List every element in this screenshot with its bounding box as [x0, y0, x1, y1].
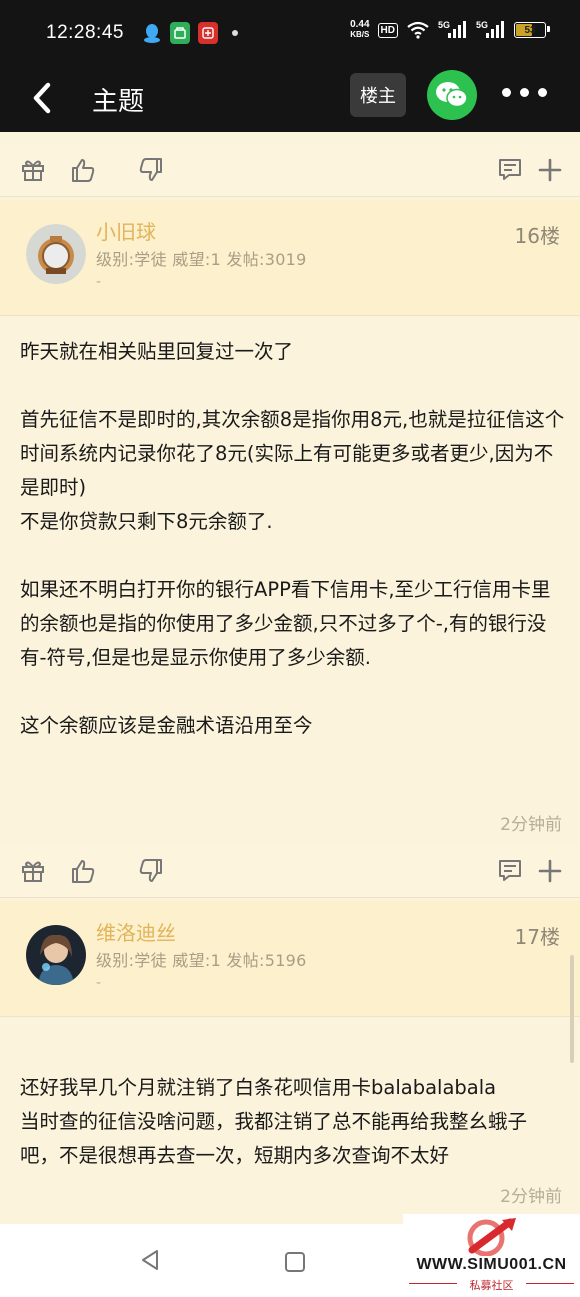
- net-speed-value: 0.44: [350, 19, 370, 30]
- avatar[interactable]: [26, 925, 86, 985]
- post-paragraph: 昨天就在相关贴里回复过一次了: [20, 340, 294, 363]
- op-only-button[interactable]: 楼主: [350, 73, 406, 117]
- post-time: 2分钟前: [500, 815, 562, 835]
- comment-icon[interactable]: [497, 858, 523, 884]
- watermark-sub: 私募社区: [469, 1279, 514, 1292]
- post-paragraph: 如果还不明白打开你的银行APP看下信用卡,至少工行信用卡里的余额也是指的你使用了…: [20, 578, 551, 669]
- thumbs-up-icon[interactable]: [70, 157, 96, 183]
- user-stats: 级别:学徒 威望:1 发帖:3019: [96, 250, 307, 269]
- username[interactable]: 维洛迪丝: [96, 917, 176, 946]
- comment-icon[interactable]: [497, 157, 523, 183]
- post-paragraph: 这个余额应该是金融术语沿用至今: [20, 714, 313, 737]
- wechat-share-button[interactable]: [427, 70, 477, 120]
- plus-icon[interactable]: [537, 858, 563, 884]
- watermark: WWW.SIMU001.CN 私募社区: [403, 1214, 580, 1297]
- gift-icon[interactable]: [20, 858, 46, 884]
- qq-icon: [142, 22, 162, 44]
- floor-number: 17楼: [514, 925, 560, 949]
- username[interactable]: 小旧球: [96, 216, 156, 245]
- user-signature: -: [96, 274, 102, 290]
- thumbs-down-icon[interactable]: [138, 858, 164, 884]
- avatar[interactable]: [26, 224, 86, 284]
- post-content: 还好我早几个月就注销了白条花呗信用卡balabalabala 当时查的征信没啥问…: [20, 1037, 565, 1207]
- back-arrow-icon[interactable]: [28, 80, 58, 116]
- post-action-bar: [0, 845, 580, 898]
- watermark-logo-icon: [467, 1218, 516, 1256]
- clock: 12:28:45: [46, 22, 124, 43]
- post-time: 2分钟前: [500, 1187, 562, 1207]
- top-nav-bar: 主题 楼主: [0, 66, 580, 132]
- battery-icon: 53: [514, 22, 550, 38]
- wifi-icon: [407, 21, 429, 39]
- post-paragraph: 首先征信不是即时的,其次余额8是指你用8元,也就是拉征信这个时间系统内记录你花了…: [20, 408, 565, 533]
- post-paragraph: 还好我早几个月就注销了白条花呗信用卡balabalabala 当时查的征信没啥问…: [20, 1076, 528, 1167]
- nav-home-icon[interactable]: [285, 1252, 305, 1272]
- notification-dot: [232, 30, 238, 36]
- wechat-icon: [436, 82, 468, 108]
- net-speed: 0.44 KB/S: [350, 20, 369, 40]
- page-title: 主题: [92, 87, 145, 117]
- post-header: 维洛迪丝 级别:学徒 威望:1 发帖:5196 - 17楼: [0, 901, 580, 1017]
- net-speed-unit: KB/S: [350, 30, 370, 39]
- plus-icon[interactable]: [537, 157, 563, 183]
- post-content: 昨天就在相关贴里回复过一次了 首先征信不是即时的,其次余额8是指你用8元,也就是…: [20, 335, 565, 743]
- watermark-site: WWW.SIMU001.CN: [416, 1256, 567, 1273]
- nav-back-icon[interactable]: [140, 1249, 160, 1271]
- status-bar: 12:28:45 0.44 KB/S HD 5G 5G 53: [0, 0, 580, 66]
- wallet-icon: [170, 22, 190, 44]
- signal-icon-sim1: 5G: [438, 20, 468, 40]
- signal-icon-sim2: 5G: [476, 20, 506, 40]
- scrollbar[interactable]: [570, 955, 574, 1063]
- floor-number: 16楼: [514, 224, 560, 248]
- user-signature: -: [96, 975, 102, 991]
- gift-icon[interactable]: [20, 157, 46, 183]
- thumbs-up-icon[interactable]: [70, 858, 96, 884]
- battery-level: 53: [524, 24, 536, 36]
- user-stats: 级别:学徒 威望:1 发帖:5196: [96, 951, 307, 970]
- post-header: 小旧球 级别:学徒 威望:1 发帖:3019 - 16楼: [0, 200, 580, 316]
- hd-badge: HD: [377, 22, 398, 38]
- taobao-icon: [198, 22, 218, 44]
- thumbs-down-icon[interactable]: [138, 157, 164, 183]
- more-button[interactable]: [502, 88, 547, 97]
- post-action-bar: [0, 144, 580, 197]
